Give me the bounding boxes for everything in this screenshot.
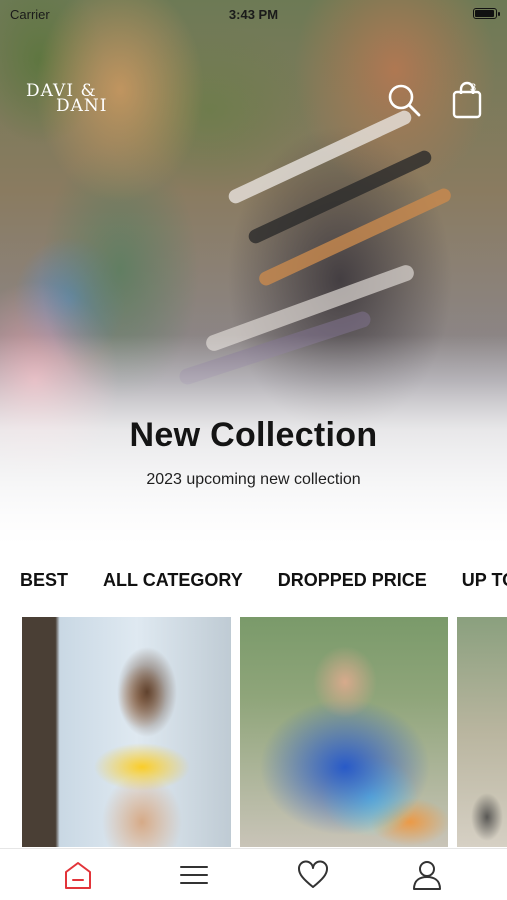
- user-icon: [413, 861, 441, 890]
- status-bar: Carrier 3:43 PM: [0, 0, 507, 28]
- nav-home[interactable]: [62, 859, 94, 891]
- product-card[interactable]: [240, 617, 448, 847]
- product-card[interactable]: [22, 617, 231, 847]
- shopping-bag-icon: [452, 81, 482, 119]
- bottom-navigation: [0, 848, 507, 900]
- search-button[interactable]: [386, 82, 422, 118]
- hero-subtitle: 2023 upcoming new collection: [146, 471, 361, 488]
- tab-up-to[interactable]: UP TO: [462, 570, 507, 591]
- shopping-bag-button[interactable]: [450, 80, 486, 120]
- brand-logo[interactable]: DAVI & DANI: [26, 83, 108, 116]
- product-card[interactable]: [457, 617, 507, 847]
- nav-profile[interactable]: [411, 859, 443, 891]
- tab-dropped-price[interactable]: DROPPED PRICE: [278, 570, 427, 591]
- menu-icon: [180, 866, 208, 884]
- category-tabs: BEST ALL CATEGORY DROPPED PRICE UP TO: [20, 570, 507, 591]
- hero-decoration: [256, 186, 454, 288]
- app-screen: Carrier 3:43 PM DAVI & DANI 3 New Collec…: [0, 0, 507, 900]
- nav-favorites[interactable]: [297, 859, 329, 891]
- hero-decoration: [226, 108, 414, 206]
- battery-level: [475, 10, 494, 17]
- heart-icon: [298, 860, 328, 888]
- nav-menu[interactable]: [178, 859, 210, 891]
- tab-all-category[interactable]: ALL CATEGORY: [103, 570, 243, 591]
- battery-icon: [473, 8, 500, 19]
- hero-title: New Collection: [129, 416, 378, 454]
- status-time: 3:43 PM: [228, 7, 279, 22]
- tab-best[interactable]: BEST: [20, 570, 68, 591]
- search-icon: [388, 84, 421, 117]
- hero-decoration: [246, 148, 434, 246]
- home-icon: [65, 862, 91, 889]
- cart-count-badge: 3: [470, 82, 477, 94]
- brand-logo-line2: DANI: [56, 96, 108, 116]
